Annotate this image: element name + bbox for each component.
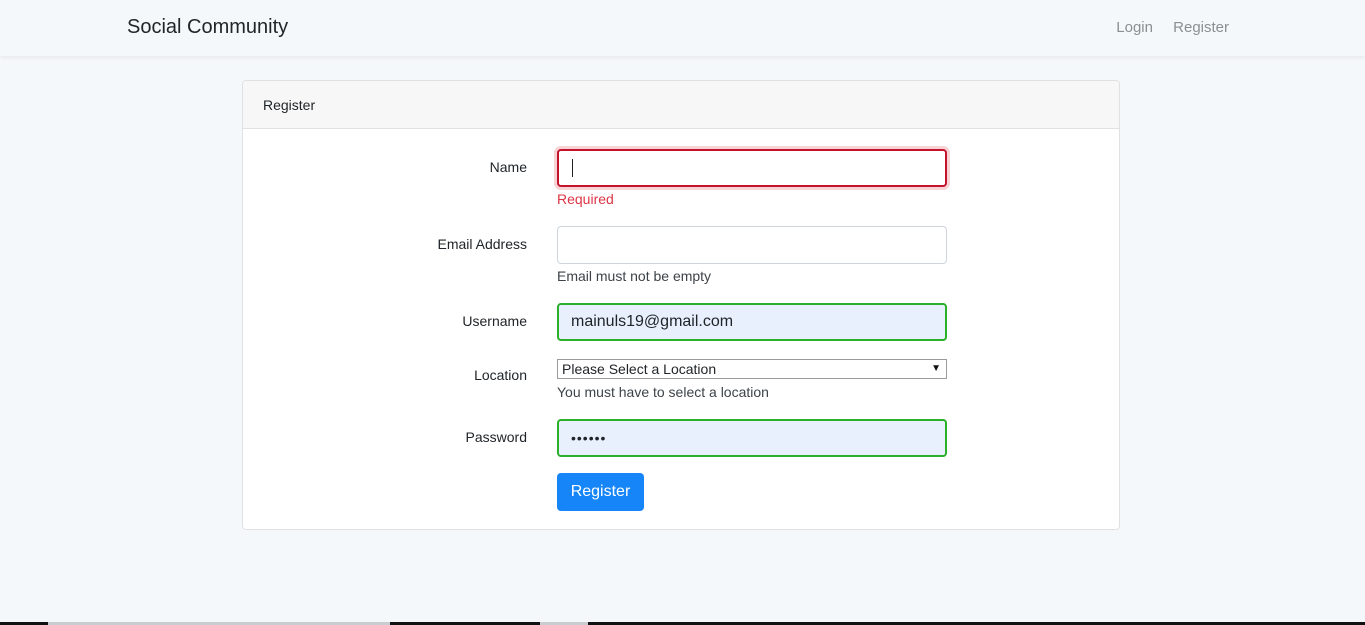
location-label: Location (474, 367, 527, 383)
brand-link[interactable]: Social Community (127, 15, 288, 39)
nav-links: Login Register (1100, 18, 1229, 38)
name-label: Name (489, 159, 527, 175)
name-error: Required (557, 191, 614, 207)
login-link[interactable]: Login (1116, 19, 1153, 36)
email-label: Email Address (437, 236, 527, 252)
location-help: You must have to select a location (557, 384, 769, 400)
username-input[interactable]: mainuls19@gmail.com (557, 303, 947, 341)
password-label: Password (465, 429, 527, 445)
email-help: Email must not be empty (557, 268, 712, 284)
name-input[interactable] (557, 149, 947, 187)
register-button[interactable]: Register (557, 473, 644, 511)
location-selected-value: Please Select a Location (562, 361, 717, 377)
register-link[interactable]: Register (1173, 19, 1229, 36)
password-input[interactable]: •••••• (557, 419, 947, 457)
card-header: Register (243, 81, 1119, 129)
email-input[interactable] (557, 226, 947, 264)
navbar: Social Community Login Register (0, 0, 1365, 56)
username-label: Username (462, 313, 527, 329)
text-caret (572, 159, 573, 177)
register-card: Register Name Required Email Address Ema… (242, 80, 1120, 530)
dropdown-arrow-icon: ▼ (931, 363, 941, 374)
location-select[interactable]: Please Select a Location ▼ (557, 359, 947, 379)
